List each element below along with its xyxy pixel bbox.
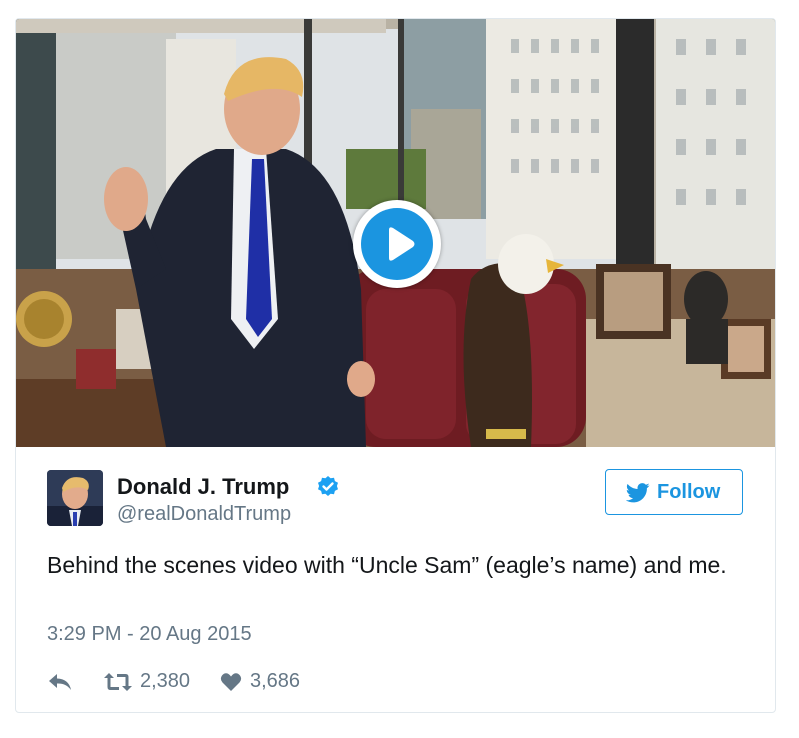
verified-badge-icon	[316, 475, 340, 499]
retweet-icon	[104, 673, 132, 691]
author-name[interactable]: Donald J. Trump	[117, 474, 289, 500]
heart-icon	[220, 673, 242, 691]
avatar[interactable]	[47, 470, 103, 526]
follow-label: Follow	[657, 481, 721, 503]
author-handle[interactable]: @realDonaldTrump	[117, 503, 291, 526]
tweet-body: Donald J. Trump @realDonaldTrump Follow …	[16, 447, 775, 712]
reply-button[interactable]	[47, 667, 77, 697]
like-count: 3,686	[250, 670, 301, 692]
retweet-button[interactable]: 2,380	[103, 667, 223, 697]
tweet-text: Behind the scenes video with “Uncle Sam”…	[47, 552, 727, 578]
tweet-card: Donald J. Trump @realDonaldTrump Follow …	[15, 18, 776, 713]
play-button[interactable]	[353, 200, 441, 288]
follow-button[interactable]: Follow	[605, 469, 743, 515]
like-button[interactable]: 3,686	[220, 667, 320, 697]
reply-icon	[49, 674, 71, 690]
tweet-actions: 2,380 3,686	[47, 667, 447, 697]
play-icon[interactable]	[361, 208, 433, 280]
retweet-count: 2,380	[140, 670, 191, 692]
tweet-timestamp[interactable]: 3:29 PM - 20 Aug 2015	[47, 623, 252, 646]
twitter-bird-icon	[626, 483, 650, 503]
video-thumbnail[interactable]	[16, 19, 775, 447]
